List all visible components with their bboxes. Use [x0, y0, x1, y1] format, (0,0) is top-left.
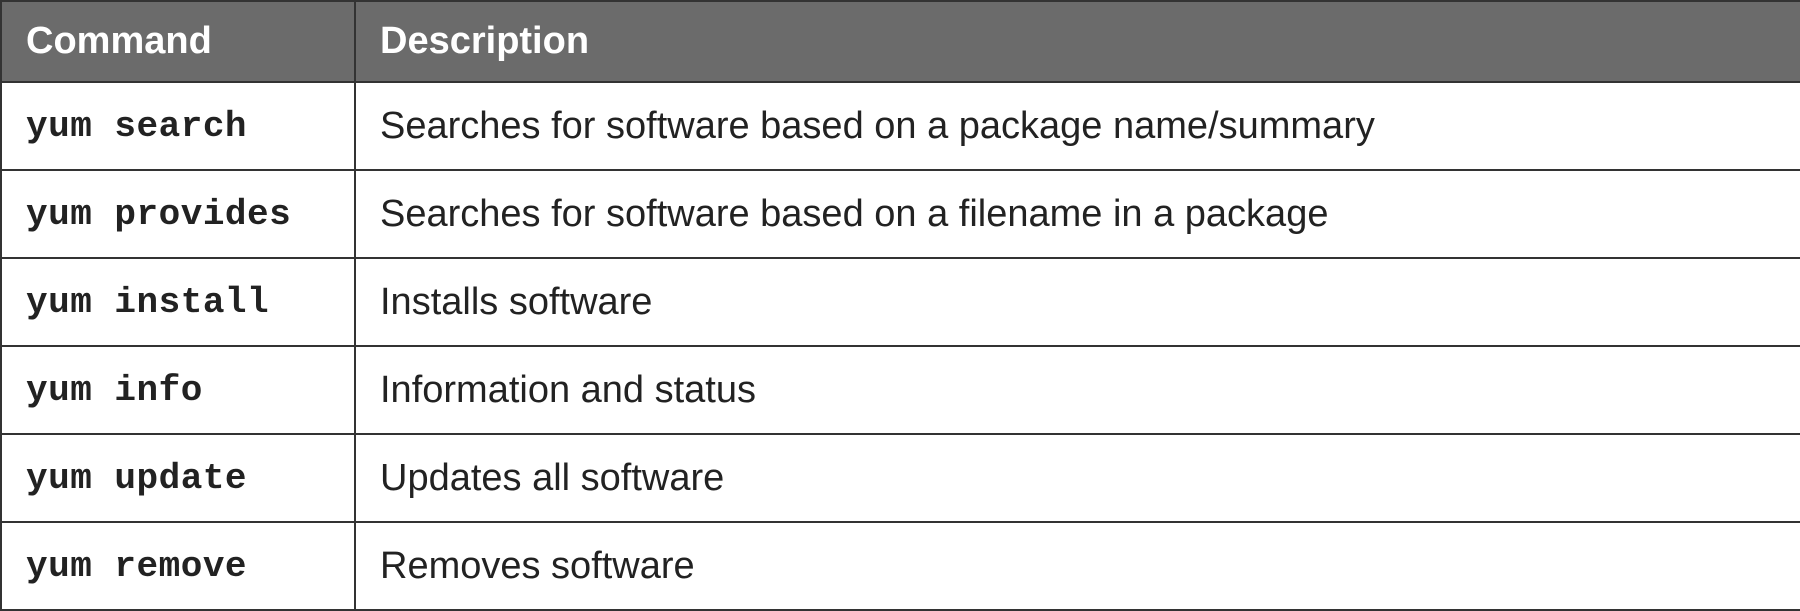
- cell-command: yum install: [1, 258, 355, 346]
- yum-commands-table: Command Description yum search Searches …: [0, 0, 1800, 611]
- cell-description: Updates all software: [355, 434, 1800, 522]
- table-row: yum install Installs software: [1, 258, 1800, 346]
- cell-command: yum remove: [1, 522, 355, 610]
- table-row: yum search Searches for software based o…: [1, 82, 1800, 170]
- cell-command: yum update: [1, 434, 355, 522]
- table-header-row: Command Description: [1, 1, 1800, 82]
- cell-command: yum info: [1, 346, 355, 434]
- header-description: Description: [355, 1, 1800, 82]
- cell-description: Installs software: [355, 258, 1800, 346]
- table-row: yum info Information and status: [1, 346, 1800, 434]
- cell-description: Information and status: [355, 346, 1800, 434]
- cell-description: Searches for software based on a filenam…: [355, 170, 1800, 258]
- cell-description: Searches for software based on a package…: [355, 82, 1800, 170]
- cell-command: yum search: [1, 82, 355, 170]
- table-row: yum remove Removes software: [1, 522, 1800, 610]
- header-command: Command: [1, 1, 355, 82]
- table-row: yum provides Searches for software based…: [1, 170, 1800, 258]
- table-row: yum update Updates all software: [1, 434, 1800, 522]
- cell-description: Removes software: [355, 522, 1800, 610]
- cell-command: yum provides: [1, 170, 355, 258]
